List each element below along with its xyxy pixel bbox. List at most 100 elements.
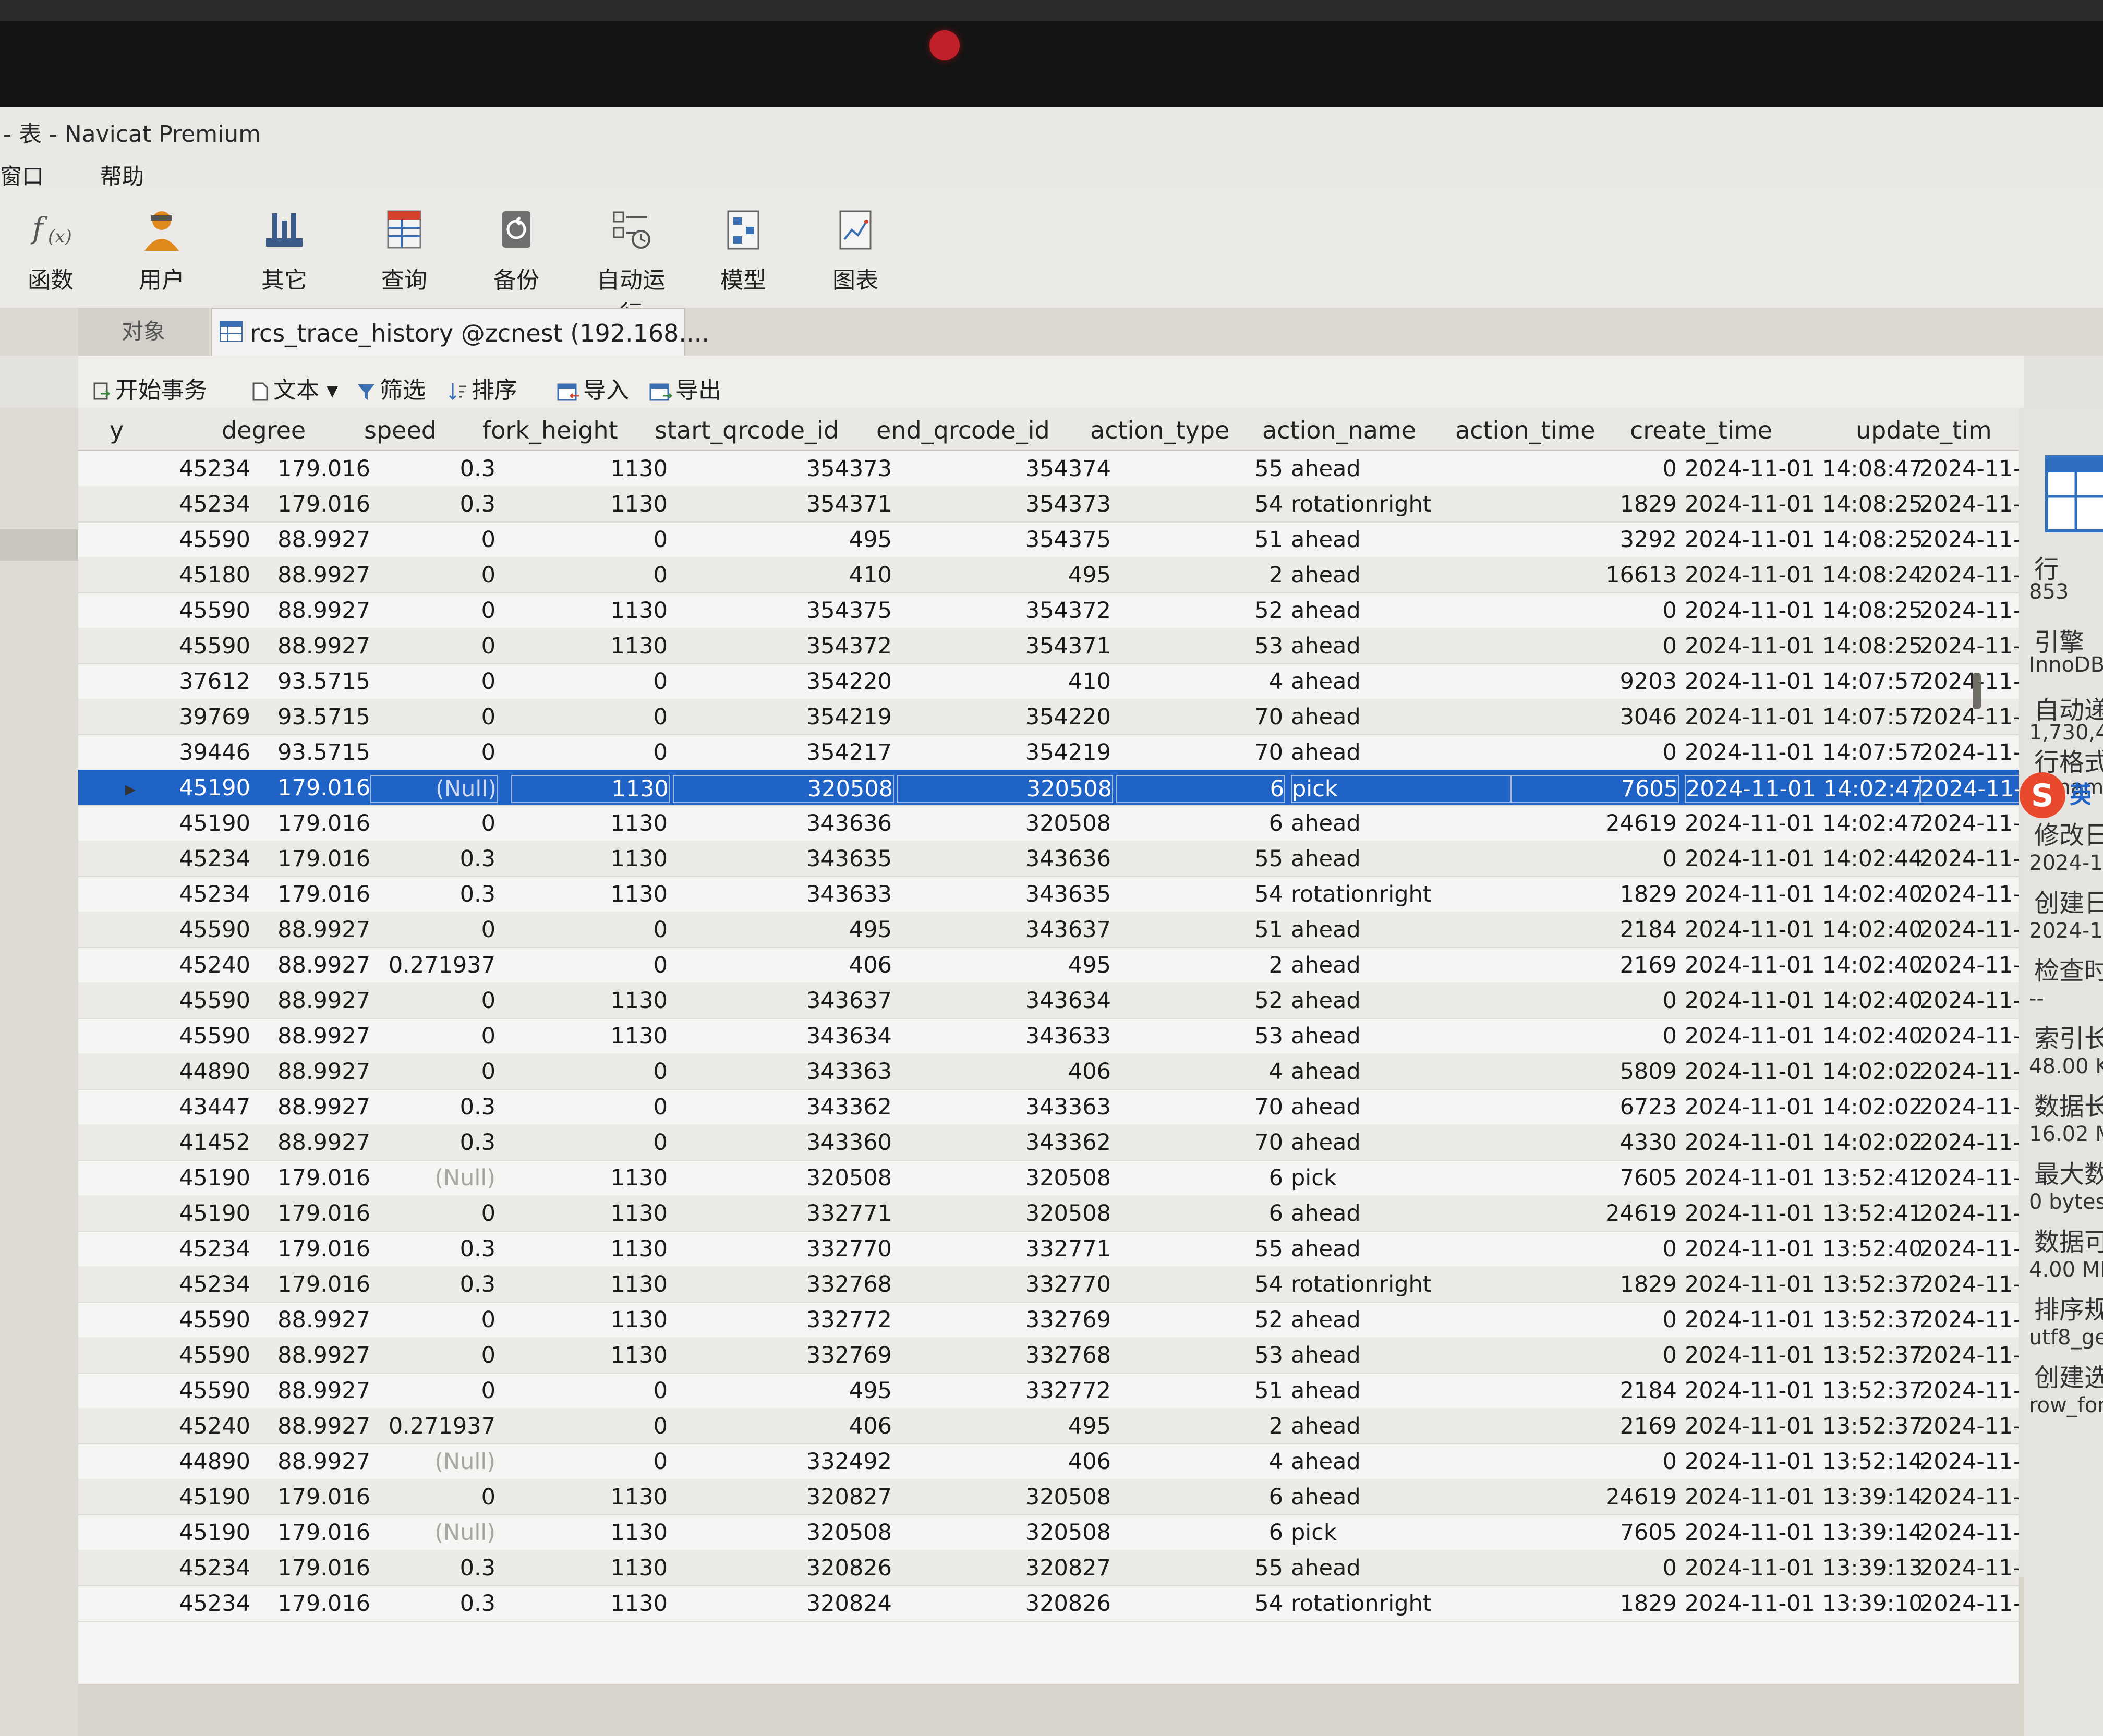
cell-action-type[interactable]: 51 [1116, 917, 1283, 943]
cell-speed[interactable]: 0 [370, 1200, 495, 1227]
cell-speed[interactable]: 0 [370, 739, 495, 766]
cell-y[interactable]: 39769 [136, 704, 250, 730]
cell-speed[interactable]: 0 [370, 704, 495, 730]
cell-update-tim[interactable]: 2024-11-01 [1919, 1342, 2019, 1368]
table-row[interactable]: 45234 179.016 0.3 1130 320826 320827 55 ahead 0 2… [78, 1550, 2019, 1586]
cell-start-qrcode-id[interactable]: 354375 [673, 598, 892, 624]
cell-degree[interactable]: 88.9927 [250, 527, 370, 553]
cell-degree[interactable]: 179.016 [250, 456, 370, 482]
cell-action-name[interactable]: ahead [1291, 598, 1510, 624]
cell-create-time[interactable]: 2024-11-01 13:52:14 [1685, 1449, 1923, 1475]
cell-action-time[interactable]: 9203 [1510, 669, 1677, 695]
cell-create-time[interactable]: 2024-11-01 13:52:40 [1685, 1236, 1923, 1262]
cell-update-tim[interactable]: 2024-11-01 [1919, 598, 2019, 624]
cell-update-tim[interactable]: 2024-11-01 [1919, 1520, 2019, 1546]
table-row[interactable]: 45234 179.016 0.3 1130 354373 354374 55 ahead 0 2… [78, 451, 2019, 487]
cell-action-type[interactable]: 54 [1116, 1271, 1283, 1297]
cell-y[interactable]: 45190 [136, 1200, 250, 1227]
cell-y[interactable]: 45590 [136, 598, 250, 624]
cell-end-qrcode-id[interactable]: 343362 [897, 1130, 1111, 1156]
cell-speed[interactable]: 0.3 [370, 1236, 495, 1262]
table-row[interactable]: 45234 179.016 0.3 1130 343635 343636 55 ahead 0 2… [78, 841, 2019, 877]
cell-degree[interactable]: 93.5715 [250, 739, 370, 766]
cell-update-tim[interactable]: 2024-11-01 [1919, 527, 2019, 553]
cell-fork-height[interactable]: 1130 [511, 1023, 668, 1049]
cell-degree[interactable]: 179.016 [250, 1591, 370, 1617]
cell-degree[interactable]: 88.9927 [250, 633, 370, 659]
cell-start-qrcode-id[interactable]: 343633 [673, 881, 892, 907]
cell-action-type[interactable]: 6 [1116, 1484, 1283, 1510]
cell-action-type[interactable]: 4 [1116, 669, 1283, 695]
cell-y[interactable]: 45180 [136, 562, 250, 588]
cell-start-qrcode-id[interactable]: 320508 [673, 775, 894, 803]
cell-start-qrcode-id[interactable]: 332771 [673, 1200, 892, 1227]
cell-end-qrcode-id[interactable]: 332769 [897, 1307, 1111, 1333]
cell-y[interactable]: 45590 [136, 1378, 250, 1404]
cell-degree[interactable]: 88.9927 [250, 1059, 370, 1085]
cell-degree[interactable]: 88.9927 [250, 1378, 370, 1404]
cell-y[interactable]: 45590 [136, 1342, 250, 1368]
cell-y[interactable]: 45234 [136, 491, 250, 517]
cell-action-time[interactable]: 7605 [1510, 1520, 1677, 1546]
cell-action-time[interactable]: 0 [1510, 598, 1677, 624]
cell-update-tim[interactable]: 2024-11-01 [1919, 881, 2019, 907]
cell-fork-height[interactable]: 0 [511, 527, 668, 553]
cell-action-time[interactable]: 3046 [1510, 704, 1677, 730]
cell-start-qrcode-id[interactable]: 320508 [673, 1165, 892, 1191]
cell-action-time[interactable]: 6723 [1510, 1094, 1677, 1120]
cell-update-tim[interactable]: 2024-11-01 [1919, 1307, 2019, 1333]
cell-y[interactable]: 45590 [136, 633, 250, 659]
table-row[interactable]: 37612 93.5715 0 0 354220 410 4 ahead 9203 2024-11… [78, 663, 2019, 700]
import-button[interactable]: 导入 [557, 371, 629, 405]
cell-action-name[interactable]: ahead [1291, 1413, 1510, 1439]
table-row[interactable]: 45590 88.9927 0 1130 332772 332769 52 ahead 0 202… [78, 1302, 2019, 1338]
cell-action-type[interactable]: 2 [1116, 1413, 1283, 1439]
cell-y[interactable]: 45240 [136, 952, 250, 978]
cell-y[interactable]: 45190 [136, 1484, 250, 1510]
cell-update-tim[interactable]: 2024-11-01 [1919, 1378, 2019, 1404]
cell-action-time[interactable]: 0 [1510, 456, 1677, 482]
toolbar-function-button[interactable]: f (x) 函数 [6, 206, 95, 295]
cell-create-time[interactable]: 2024-11-01 14:08:24 [1685, 562, 1923, 588]
cell-start-qrcode-id[interactable]: 332769 [673, 1342, 892, 1368]
table-row[interactable]: 45234 179.016 0.3 1130 343633 343635 54 rotatio… [78, 876, 2019, 913]
cell-action-name[interactable]: ahead [1291, 1200, 1510, 1227]
column-header-end-qrcode-id[interactable]: end_qrcode_id [876, 416, 1050, 444]
cell-action-type[interactable]: 52 [1116, 598, 1283, 624]
cell-speed[interactable]: 0 [370, 562, 495, 588]
cell-fork-height[interactable]: 0 [511, 917, 668, 943]
table-row[interactable]: 45234 179.016 0.3 1130 332768 332770 54 rotatio… [78, 1266, 2019, 1303]
cell-action-type[interactable]: 6 [1116, 1165, 1283, 1191]
cell-degree[interactable]: 93.5715 [250, 704, 370, 730]
cell-action-time[interactable]: 0 [1510, 1342, 1677, 1368]
cell-end-qrcode-id[interactable]: 354371 [897, 633, 1111, 659]
tab-table-data[interactable]: rcs_trace_history @zcnest (192.168.... [211, 308, 709, 357]
cell-speed[interactable]: 0 [370, 669, 495, 695]
toolbar-model-button[interactable]: 模型 [699, 206, 788, 295]
column-header-start-qrcode-id[interactable]: start_qrcode_id [655, 416, 839, 444]
cell-action-name[interactable]: ahead [1291, 1449, 1510, 1475]
table-row[interactable]: 41452 88.9927 0.3 0 343360 343362 70 ahead 4330 2… [78, 1124, 2019, 1161]
cell-action-name[interactable]: ahead [1291, 456, 1510, 482]
cell-end-qrcode-id[interactable]: 320508 [897, 1484, 1111, 1510]
cell-end-qrcode-id[interactable]: 320508 [897, 775, 1113, 803]
cell-action-time[interactable]: 7605 [1510, 775, 1679, 803]
cell-create-time[interactable]: 2024-11-01 14:02:40 [1685, 917, 1923, 943]
cell-y[interactable]: 44890 [136, 1059, 250, 1085]
cell-action-time[interactable]: 24619 [1510, 810, 1677, 836]
cell-speed[interactable]: 0.271937 [370, 1413, 495, 1439]
cell-action-time[interactable]: 24619 [1510, 1200, 1677, 1227]
cell-action-name[interactable]: ahead [1291, 1484, 1510, 1510]
cell-start-qrcode-id[interactable]: 320826 [673, 1555, 892, 1581]
cell-start-qrcode-id[interactable]: 343634 [673, 1023, 892, 1049]
cell-speed[interactable]: 0 [370, 917, 495, 943]
cell-y[interactable]: 45234 [136, 1591, 250, 1617]
cell-speed[interactable]: 0.3 [370, 1591, 495, 1617]
cell-end-qrcode-id[interactable]: 354373 [897, 491, 1111, 517]
cell-fork-height[interactable]: 1130 [511, 1484, 668, 1510]
cell-speed[interactable]: 0 [370, 988, 495, 1014]
cell-start-qrcode-id[interactable]: 343360 [673, 1130, 892, 1156]
cell-speed[interactable]: 0.3 [370, 1555, 495, 1581]
cell-action-type[interactable]: 54 [1116, 491, 1283, 517]
cell-action-time[interactable]: 0 [1510, 988, 1677, 1014]
